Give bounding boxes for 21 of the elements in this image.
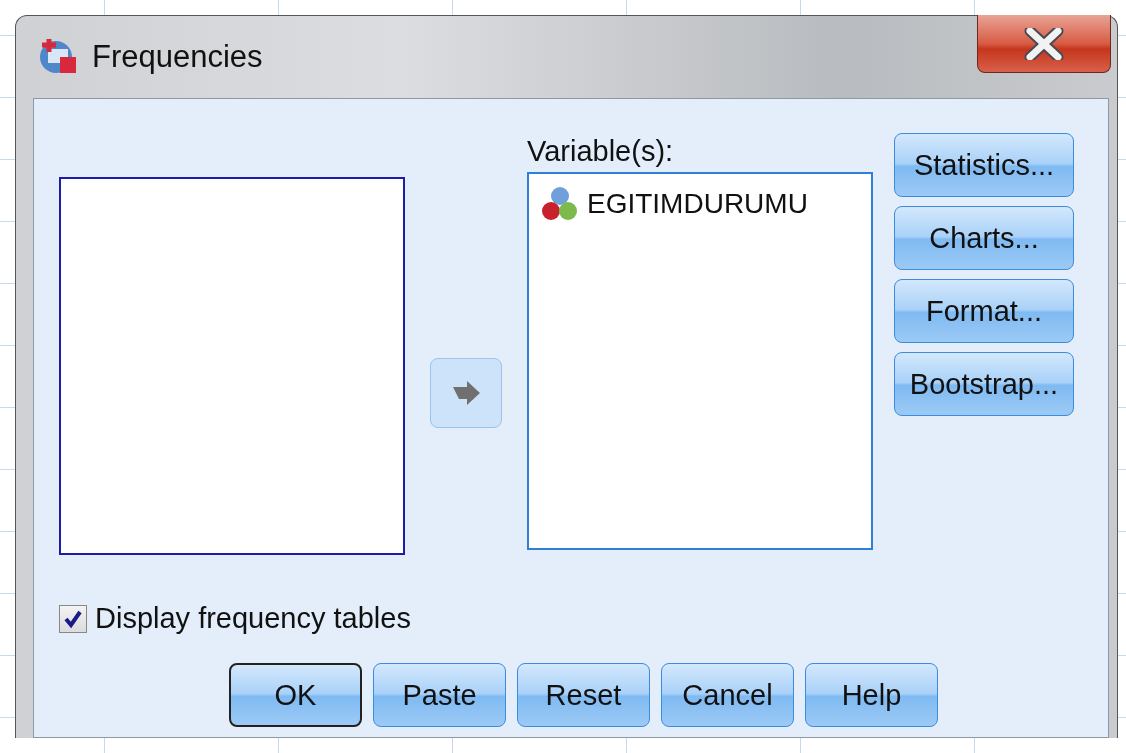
nominal-variable-icon	[541, 186, 579, 222]
variables-label: Variable(s):	[527, 135, 675, 168]
dialog-button[interactable]: Statistics...	[894, 133, 1074, 197]
checkbox-label: Display frequency tables	[95, 602, 411, 635]
check-icon	[63, 608, 83, 629]
window-title: Frequencies	[92, 39, 263, 75]
close-icon	[1024, 27, 1064, 60]
dialog-button[interactable]: Help	[805, 663, 938, 727]
checkbox[interactable]	[59, 604, 87, 633]
arrow-icon	[451, 381, 481, 405]
variables-list[interactable]: EGITIMDURUMU	[527, 172, 873, 550]
dialog-button[interactable]: Cancel	[661, 663, 794, 727]
close-button[interactable]	[977, 15, 1111, 73]
dialog-button[interactable]: Paste	[373, 663, 506, 727]
dialog-button[interactable]: Charts...	[894, 206, 1074, 270]
dialog-button[interactable]: Bootstrap...	[894, 352, 1074, 416]
dialog-button[interactable]: OK	[229, 663, 362, 727]
source-list[interactable]	[59, 177, 405, 555]
dialog-button[interactable]: Reset	[517, 663, 650, 727]
dialog-button[interactable]: Format...	[894, 279, 1074, 343]
variable-name[interactable]: EGITIMDURUMU	[587, 188, 808, 220]
